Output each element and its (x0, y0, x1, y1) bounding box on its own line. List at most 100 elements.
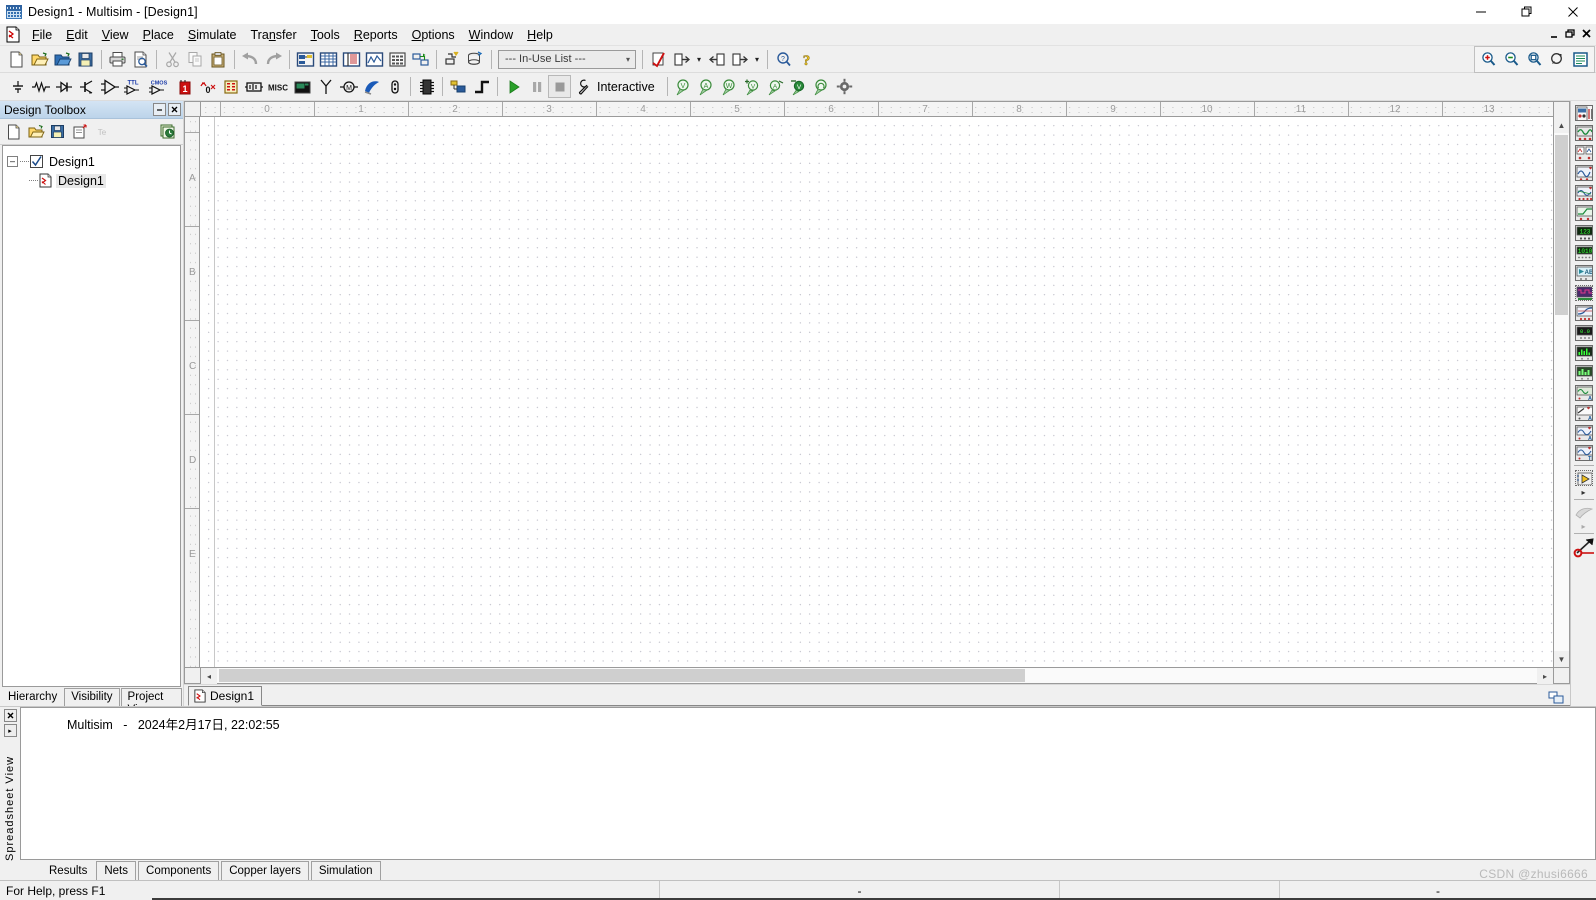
spreadsheet-minimize-button[interactable]: ▸ (3, 724, 17, 737)
db-save-icon[interactable] (464, 48, 487, 71)
tree-row[interactable]: Design1 (7, 171, 176, 190)
menu-tools[interactable]: Tools (304, 26, 347, 44)
basic-icon[interactable] (29, 75, 52, 98)
open-design-icon[interactable] (25, 121, 47, 143)
tab-copper-layers[interactable]: Copper layers (221, 861, 309, 880)
menu-view[interactable]: View (95, 26, 136, 44)
probe-settings-gear-icon[interactable] (833, 75, 856, 98)
parts-wizard-icon[interactable] (409, 48, 432, 71)
tile-windows-icon[interactable] (1548, 690, 1564, 704)
menu-transfer[interactable]: Transfer (244, 26, 304, 44)
postprocessor-icon[interactable] (386, 48, 409, 71)
function-generator-icon[interactable] (1573, 123, 1595, 143)
tab-results[interactable]: Results (42, 861, 95, 880)
differential-current-probe-icon[interactable]: A (764, 75, 787, 98)
differential-voltage-probe-icon[interactable]: V (741, 75, 764, 98)
print-icon[interactable] (106, 48, 129, 71)
spreadsheet-view-icon[interactable] (317, 48, 340, 71)
agilent-function-generator-icon[interactable]: AG (1573, 383, 1595, 403)
tree-expand-toggle[interactable]: – (7, 156, 18, 167)
labview-instruments-icon[interactable] (1573, 468, 1595, 488)
rf-icon[interactable] (314, 75, 337, 98)
tab-project-view[interactable]: Project View (120, 688, 182, 716)
find-help-icon[interactable]: ? (772, 48, 795, 71)
menu-window[interactable]: Window (462, 26, 520, 44)
paste-icon[interactable] (207, 48, 230, 71)
cut-icon[interactable] (161, 48, 184, 71)
tree-row[interactable]: – Design1 (7, 152, 176, 171)
document-tab-design1[interactable]: Design1 (188, 686, 263, 706)
power-probe-icon[interactable]: W (718, 75, 741, 98)
ni-elvis-icon[interactable] (1573, 502, 1595, 522)
transistor-icon[interactable] (75, 75, 98, 98)
menu-file[interactable]: File (25, 26, 59, 44)
ttl-icon[interactable]: TTL (121, 75, 147, 98)
vertical-scroll-thumb[interactable] (1555, 135, 1568, 315)
misc-digital-icon[interactable]: 1 (173, 75, 196, 98)
spreadsheet-results-grid[interactable]: Multisim - 2024年2月17日, 22:02:55 (20, 707, 1596, 860)
horizontal-scrollbar[interactable]: ◂ ▸ (200, 668, 1554, 684)
iv-analyzer-icon[interactable] (1573, 303, 1595, 323)
vertical-scroll-track[interactable] (1554, 133, 1569, 651)
connector-icon[interactable] (383, 75, 406, 98)
transfer-out-dropdown[interactable]: ▾ (693, 48, 705, 71)
panel-close-button[interactable] (168, 103, 181, 116)
ni-components-icon[interactable] (360, 75, 383, 98)
logic-analyzer-icon[interactable] (1573, 283, 1595, 303)
restore-button[interactable] (1504, 0, 1550, 24)
word-generator-icon[interactable]: 1010 (1573, 243, 1595, 263)
horizontal-scroll-thumb[interactable] (219, 669, 1025, 682)
document-icon[interactable] (4, 26, 22, 43)
scroll-down-arrow[interactable]: ▼ (1554, 651, 1569, 667)
checkbox-design-icon[interactable] (29, 154, 44, 169)
vertical-scrollbar[interactable]: ▲ ▼ (1554, 117, 1570, 668)
stop-icon[interactable] (548, 75, 571, 98)
close-button[interactable] (1550, 0, 1596, 24)
misc-icon[interactable]: MISC (265, 75, 291, 98)
mdi-minimize-button[interactable] (1547, 26, 1562, 41)
scroll-right-arrow[interactable]: ▸ (1537, 668, 1553, 684)
hierarchical-block-icon[interactable] (447, 75, 470, 98)
scroll-up-arrow[interactable]: ▲ (1554, 117, 1569, 133)
zoom-fit-icon[interactable] (1546, 48, 1569, 71)
rename-icon[interactable]: Te (91, 121, 113, 143)
new-sheet-icon[interactable] (69, 121, 91, 143)
analog-icon[interactable] (98, 75, 121, 98)
transfer-out-icon[interactable] (670, 48, 693, 71)
mdi-restore-button[interactable] (1563, 26, 1578, 41)
schematic-grid[interactable] (200, 117, 1553, 667)
tab-components[interactable]: Components (138, 861, 220, 880)
indicator-icon[interactable] (219, 75, 242, 98)
help-icon[interactable]: ? (795, 48, 818, 71)
mixed-icon[interactable]: 0 (196, 75, 219, 98)
open-file-icon[interactable] (28, 48, 51, 71)
labview-dropdown-arrow[interactable]: ▸ (1581, 488, 1585, 497)
spectrum-analyzer-icon[interactable] (1573, 343, 1595, 363)
current-probe-icon[interactable]: A (695, 75, 718, 98)
logic-converter-icon[interactable]: AB (1573, 263, 1595, 283)
menu-place[interactable]: Place (136, 26, 181, 44)
horizontal-scroll-track[interactable] (217, 668, 1537, 683)
cmos-icon[interactable]: CMOS (147, 75, 173, 98)
spreadsheet-close-button[interactable] (3, 709, 17, 722)
ni-elvis-dropdown-arrow[interactable]: ▸ (1581, 522, 1585, 531)
zoom-sheet-icon[interactable] (1569, 48, 1592, 71)
zoom-in-icon[interactable] (1477, 48, 1500, 71)
menu-help[interactable]: Help (520, 26, 560, 44)
voltage-probe-icon[interactable]: V (672, 75, 695, 98)
minimize-button[interactable] (1458, 0, 1504, 24)
zoom-out-icon[interactable] (1500, 48, 1523, 71)
design-toolbox-icon[interactable] (294, 48, 317, 71)
design-tree[interactable]: – Design1 Design1 (2, 145, 181, 687)
in-use-list-combo[interactable]: --- In-Use List --- ▾ (498, 49, 636, 69)
pause-icon[interactable] (525, 75, 548, 98)
run-play-icon[interactable] (502, 75, 525, 98)
back-annotate-icon[interactable] (705, 48, 728, 71)
electromechanical-icon[interactable]: M (337, 75, 360, 98)
copy-icon[interactable] (184, 48, 207, 71)
frequency-counter-icon[interactable]: 123 (1573, 223, 1595, 243)
scroll-left-arrow[interactable]: ◂ (201, 668, 217, 684)
power-icon[interactable] (242, 75, 265, 98)
tab-nets[interactable]: Nets (96, 861, 137, 880)
bus-icon[interactable] (470, 75, 493, 98)
